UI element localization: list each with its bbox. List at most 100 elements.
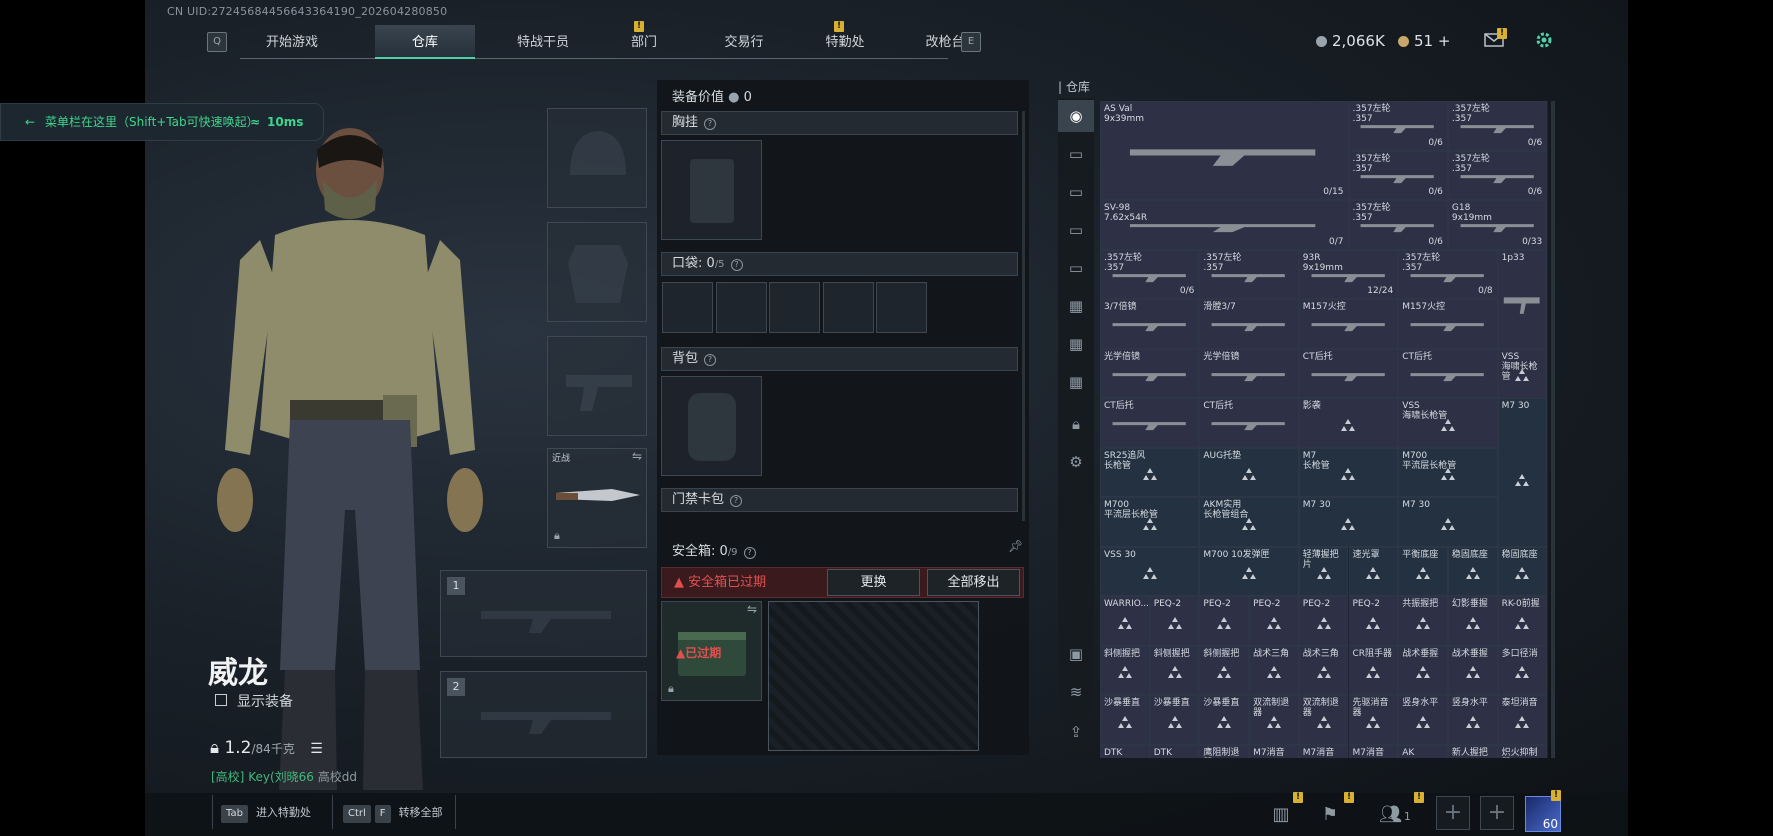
pin-icon[interactable]: 📌︎: [1008, 539, 1023, 553]
help-icon[interactable]: ?: [730, 259, 743, 271]
flag-icon[interactable]: ⚑: [1312, 797, 1348, 833]
primary-weapons-tab-icon[interactable]: ▭: [1058, 138, 1094, 170]
warehouse-item[interactable]: 炽火抑制器: [1497, 744, 1548, 758]
warehouse-item[interactable]: M700 10发弹匣: [1199, 546, 1299, 596]
tab-warehouse[interactable]: 仓库: [375, 25, 475, 59]
pocket-slot-1[interactable]: [662, 282, 713, 333]
invite-slot-1-button[interactable]: +: [1436, 796, 1470, 830]
warehouse-item[interactable]: 幻影垂握: [1447, 596, 1498, 646]
warehouse-item[interactable]: PEQ-2: [1298, 596, 1349, 646]
warehouse-item[interactable]: G18 9x19mm 0/33: [1447, 200, 1548, 250]
primary-weapon-slot-2[interactable]: 2: [440, 671, 647, 758]
warehouse-item[interactable]: CT后托: [1398, 348, 1498, 398]
swap-icon[interactable]: ⇋: [632, 449, 642, 463]
pistol-slot[interactable]: [547, 336, 647, 436]
warehouse-item[interactable]: PEQ-2: [1149, 596, 1200, 646]
warehouse-item[interactable]: M700 平流层长枪管: [1398, 447, 1498, 497]
warehouse-item[interactable]: RK-0前握: [1497, 596, 1548, 646]
warehouse-scrollbar[interactable]: [1551, 101, 1555, 758]
warehouse-item[interactable]: .357左轮 .357 0/6: [1447, 101, 1548, 151]
warehouse-grid[interactable]: AS Val 9x39mm 0/15.357左轮 .357 0/6.357左轮 .357 0…: [1100, 101, 1548, 758]
warehouse-item[interactable]: CT后托: [1298, 348, 1399, 398]
warehouse-item[interactable]: .357左轮 .357 0/6: [1348, 150, 1448, 200]
warehouse-item[interactable]: 轻薄握把片: [1298, 546, 1349, 596]
squad-icon[interactable]: 👥︎ 1: [1370, 797, 1420, 833]
export-tab-icon[interactable]: ⇪: [1058, 716, 1094, 748]
warehouse-item[interactable]: 93R 9x19mm 12/24: [1298, 249, 1399, 299]
warehouse-item[interactable]: 光学倍镜: [1199, 348, 1299, 398]
enter-special-ops-hint[interactable]: Tab 进入特勤处: [221, 804, 311, 823]
transfer-all-hint[interactable]: Ctrl F 转移全部: [343, 804, 443, 823]
gear-scrollbar[interactable]: [1022, 111, 1025, 521]
warehouse-item[interactable]: AKM实用 长枪管组合: [1199, 497, 1299, 547]
warehouse-item[interactable]: VSS 30: [1100, 546, 1200, 596]
warehouse-item[interactable]: DTK: [1149, 744, 1200, 758]
warehouse-item[interactable]: 光学倍镜: [1100, 348, 1200, 398]
warehouse-item[interactable]: 稳固底座: [1497, 546, 1548, 596]
warehouse-item[interactable]: PEQ-2: [1348, 596, 1399, 646]
warehouse-item[interactable]: WARRIO...: [1100, 596, 1150, 646]
primary-weapon-slot-1[interactable]: 1: [440, 570, 647, 657]
warehouse-item[interactable]: 鹰阻制退器: [1199, 744, 1250, 758]
warehouse-item[interactable]: .357左轮 .357 0/6: [1348, 200, 1448, 250]
help-icon[interactable]: ?: [730, 495, 743, 507]
warehouse-item[interactable]: .357左轮 .357 0/8: [1398, 249, 1498, 299]
warehouse-item[interactable]: 斜侧握把: [1149, 645, 1200, 695]
tab-special-ops[interactable]: 特勤处: [795, 25, 895, 59]
armor-tab-icon[interactable]: ▭: [1058, 214, 1094, 246]
warehouse-item[interactable]: .357左轮 .357 0/6: [1447, 150, 1548, 200]
portrait-tab-icon[interactable]: ▣: [1058, 638, 1094, 670]
warehouse-item[interactable]: 滑膛3/7: [1199, 299, 1299, 349]
warehouse-item[interactable]: 多口径消: [1497, 645, 1548, 695]
lock-tab-icon[interactable]: 🔒︎: [1058, 408, 1094, 440]
help-icon[interactable]: ?: [743, 547, 756, 559]
warehouse-item[interactable]: 影袭: [1298, 398, 1399, 448]
warehouse-item[interactable]: .357左轮 .357 0/6: [1100, 249, 1200, 299]
replace-button[interactable]: 更换: [827, 569, 920, 596]
warehouse-item[interactable]: 1p33: [1497, 249, 1548, 349]
sidearm-tab-icon[interactable]: ▭: [1058, 176, 1094, 208]
all-items-tab-icon[interactable]: ◉: [1058, 100, 1094, 132]
tab-trading[interactable]: 交易行: [694, 25, 794, 59]
warehouse-item[interactable]: AS Val 9x39mm 0/15: [1100, 101, 1349, 200]
helmet-tab-icon[interactable]: ▭: [1058, 252, 1094, 284]
chest-rig-tab-icon[interactable]: ▦: [1058, 290, 1094, 322]
warehouse-item[interactable]: 沙暴垂直: [1100, 695, 1150, 745]
warehouse-item[interactable]: 双流制退器: [1249, 695, 1299, 745]
warehouse-item[interactable]: 3/7倍镜: [1100, 299, 1200, 349]
chest-rig-slot[interactable]: [661, 140, 762, 240]
help-icon[interactable]: ?: [704, 354, 717, 366]
move-all-button[interactable]: 全部移出: [927, 569, 1020, 596]
warehouse-item[interactable]: 先驱消音器: [1348, 695, 1399, 745]
warehouse-item[interactable]: PEQ-2: [1199, 596, 1250, 646]
warehouse-item[interactable]: .357左轮 .357: [1199, 249, 1299, 299]
layers-tab-icon[interactable]: ≋: [1058, 676, 1094, 708]
warehouse-item[interactable]: 战术三角: [1249, 645, 1299, 695]
settings-gear-icon[interactable]: [1534, 30, 1554, 50]
warehouse-item[interactable]: AUG托垫: [1199, 447, 1299, 497]
helmet-slot[interactable]: [547, 108, 647, 208]
pocket-slot-5[interactable]: [876, 282, 927, 333]
bond-balance[interactable]: 51 +: [1398, 32, 1450, 50]
warehouse-item[interactable]: 斜侧握把: [1199, 645, 1250, 695]
warehouse-item[interactable]: 泰坦消音: [1497, 695, 1548, 745]
warehouse-item[interactable]: 战术三角: [1298, 645, 1349, 695]
ammo-tab-icon[interactable]: ▦: [1058, 366, 1094, 398]
warehouse-item[interactable]: M700 平流层长枪管: [1100, 497, 1200, 547]
list-icon[interactable]: ☰: [310, 741, 323, 757]
warehouse-item[interactable]: VSS 海啸长枪管: [1497, 348, 1548, 398]
pocket-slot-2[interactable]: [716, 282, 767, 333]
armor-slot[interactable]: [547, 222, 647, 322]
add-currency-button[interactable]: +: [1438, 32, 1451, 50]
warehouse-item[interactable]: CT后托: [1100, 398, 1200, 448]
help-icon[interactable]: ?: [704, 118, 717, 130]
warehouse-item[interactable]: CT后托: [1199, 398, 1299, 448]
warehouse-item[interactable]: DTK: [1100, 744, 1150, 758]
warehouse-item[interactable]: M157火控: [1298, 299, 1399, 349]
warehouse-item[interactable]: 稳固底座: [1447, 546, 1498, 596]
warehouse-item[interactable]: M7 30: [1497, 398, 1548, 547]
warehouse-item[interactable]: M157火控: [1398, 299, 1498, 349]
warehouse-item[interactable]: 战术垂握: [1447, 645, 1498, 695]
warehouse-item[interactable]: 双流制退器: [1298, 695, 1349, 745]
warehouse-item[interactable]: M7消音: [1348, 744, 1399, 758]
